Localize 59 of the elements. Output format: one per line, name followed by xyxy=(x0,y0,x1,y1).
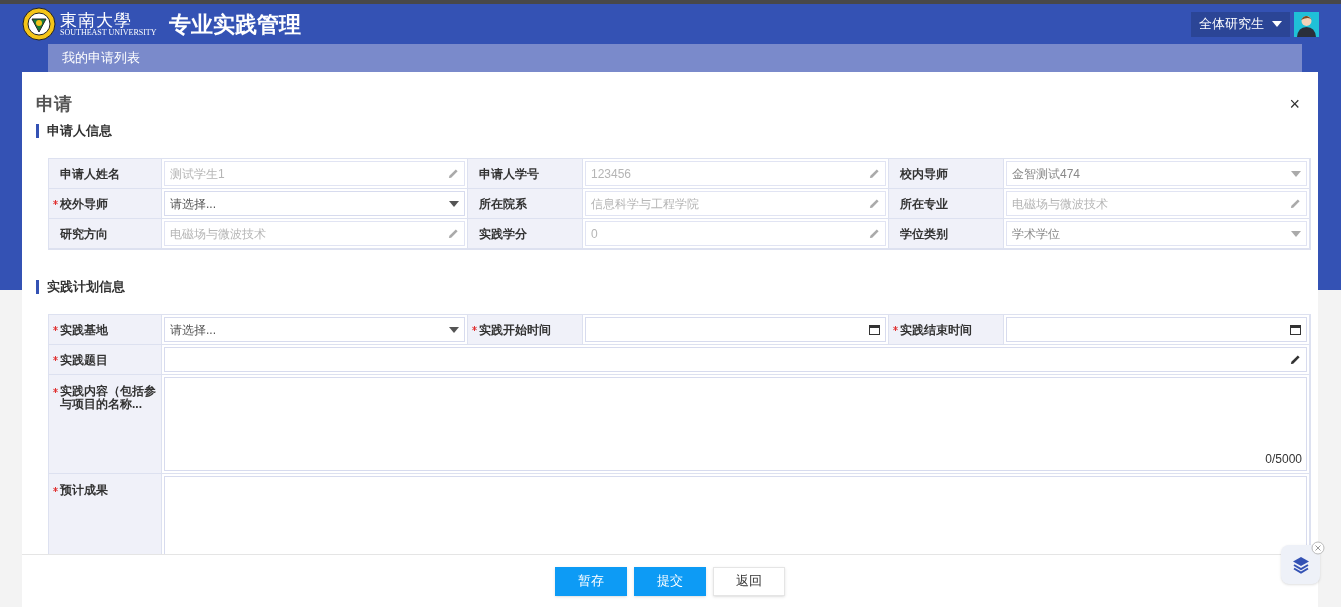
close-icon[interactable] xyxy=(1311,541,1325,555)
field-label: 实践基地 xyxy=(49,315,161,344)
field-label: 校外导师 xyxy=(49,189,161,218)
section-title: 实践计划信息 xyxy=(36,280,125,294)
date-field[interactable] xyxy=(1006,317,1307,342)
field-label: 学位类别 xyxy=(899,225,949,243)
action-button[interactable]: 返回 xyxy=(713,566,785,596)
field-label: 实践题目 xyxy=(49,345,161,374)
field-label: 申请人姓名 xyxy=(59,165,121,183)
pencil-icon xyxy=(869,168,880,179)
pencil-icon xyxy=(448,168,459,179)
caret-icon xyxy=(449,326,459,333)
logo-subtext: SOUTHEAST UNIVERSITY xyxy=(60,28,157,37)
role-dropdown[interactable]: 全体研究生 xyxy=(1191,11,1290,37)
select-field[interactable]: 请选择... xyxy=(164,317,465,342)
text-area[interactable]: 0/5000 xyxy=(164,377,1307,471)
logo-text: 東南大學 xyxy=(60,11,132,29)
required-mark-icon xyxy=(53,388,58,393)
required-mark-icon xyxy=(893,326,898,331)
required-mark-icon xyxy=(53,326,58,331)
field-label: 实践开始时间 xyxy=(468,315,582,344)
select-field[interactable]: 请选择... xyxy=(164,191,465,216)
calendar-icon xyxy=(869,324,880,335)
dialog-title: 申请 xyxy=(36,92,72,116)
layers-button[interactable] xyxy=(1281,545,1320,584)
field-label: 申请人学号 xyxy=(478,165,540,183)
app-title: 专业实践管理 xyxy=(168,10,301,39)
layers-icon xyxy=(1290,554,1311,575)
text-field[interactable] xyxy=(164,347,1307,372)
required-mark-icon xyxy=(53,200,58,205)
field-label: 所在院系 xyxy=(478,195,528,213)
pencil-icon xyxy=(869,228,880,239)
required-mark-icon xyxy=(472,326,477,331)
caret-icon xyxy=(449,200,459,207)
caret-icon xyxy=(1291,230,1301,237)
field-label: 所在专业 xyxy=(899,195,949,213)
pencil-icon xyxy=(869,198,880,209)
field-label: 实践结束时间 xyxy=(889,315,1003,344)
avatar-icon[interactable] xyxy=(1294,11,1319,37)
required-mark-icon xyxy=(53,356,58,361)
calendar-icon xyxy=(1290,324,1301,335)
field-label: 实践学分 xyxy=(478,225,528,243)
close-button[interactable]: × xyxy=(1285,95,1304,113)
field-label: 预计成果 xyxy=(49,474,161,554)
action-button[interactable]: 暂存 xyxy=(555,566,627,596)
field-label: 实践内容（包括参与项目的名称... xyxy=(49,375,161,473)
pencil-icon xyxy=(1290,354,1301,365)
caret-icon xyxy=(1272,21,1282,27)
action-button[interactable]: 提交 xyxy=(634,566,706,596)
university-emblem-icon xyxy=(22,7,56,41)
pencil-icon xyxy=(448,228,459,239)
field-label: 研究方向 xyxy=(59,225,109,243)
required-mark-icon xyxy=(53,487,58,492)
pencil-icon xyxy=(1290,198,1301,209)
character-counter: 0/5000 xyxy=(1265,451,1302,468)
caret-icon xyxy=(1291,170,1301,177)
section-title: 申请人信息 xyxy=(36,124,112,138)
field-label: 校内导师 xyxy=(899,165,949,183)
date-field[interactable] xyxy=(585,317,886,342)
